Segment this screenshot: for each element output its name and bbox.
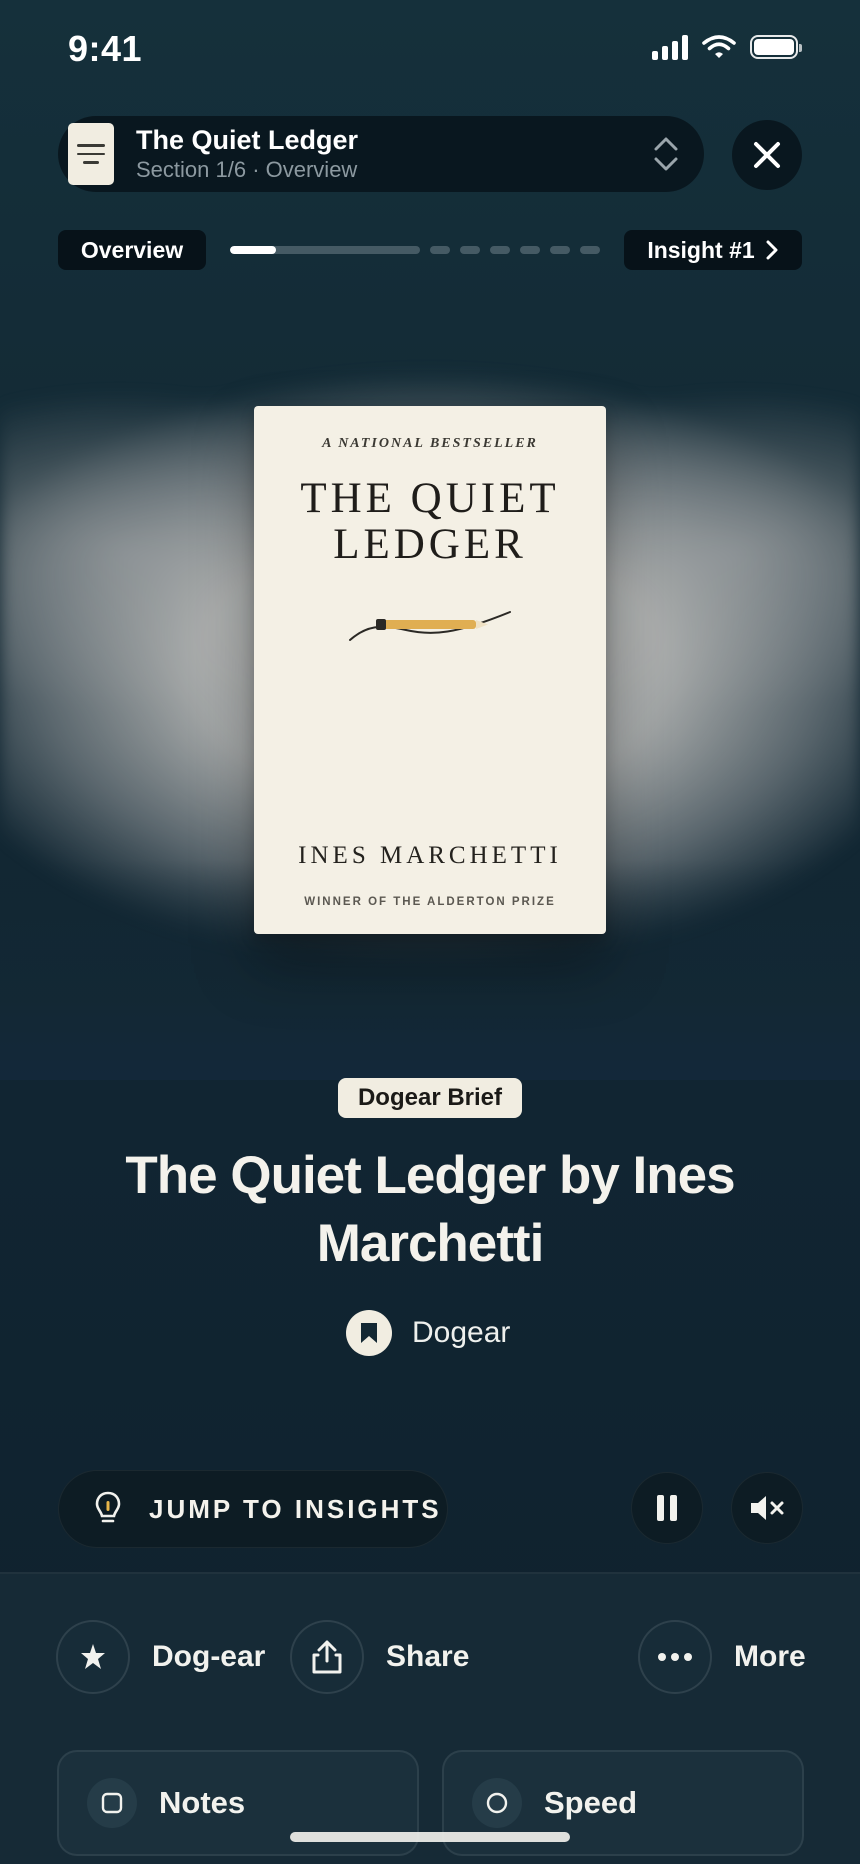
battery-icon — [750, 35, 802, 59]
status-icons — [652, 34, 802, 60]
summary-title: The Quiet Ledger by Ines Marchetti — [125, 1146, 735, 1273]
overview-tab[interactable]: Overview — [58, 230, 206, 270]
cover-prize: WINNER OF THE ALDERTON PRIZE — [304, 896, 556, 908]
brief-badge: Dogear Brief — [338, 1078, 522, 1118]
home-indicator[interactable] — [290, 1832, 570, 1842]
book-summary-player-screen: 9:41 The Quiet Ledger Section 1/6 · Over… — [0, 0, 860, 1864]
speed-circle-icon — [472, 1778, 522, 1828]
lightbulb-icon — [95, 1491, 121, 1523]
close-icon — [754, 142, 780, 168]
progress-segment — [430, 246, 450, 254]
speed-label: Speed — [544, 1785, 638, 1820]
book-cover: A NATIONAL BESTSELLER THE QUIET LEDGER I… — [254, 406, 606, 934]
share-icon — [290, 1620, 364, 1694]
next-insight-label: Insight #1 — [647, 236, 755, 263]
mute-button[interactable] — [731, 1472, 803, 1544]
book-selector-pill[interactable]: The Quiet Ledger Section 1/6 · Overview — [58, 116, 704, 192]
notes-label: Notes — [159, 1785, 246, 1820]
cover-title-line1: THE QUIET — [300, 475, 560, 522]
progress-segment — [490, 246, 510, 254]
jump-to-insights-button[interactable]: JUMP TO INSIGHTS — [58, 1470, 448, 1548]
speaker-muted-icon — [751, 1496, 784, 1520]
cover-kicker: A NATIONAL BESTSELLER — [322, 436, 538, 451]
more-button[interactable]: More — [638, 1620, 806, 1694]
cover-title: THE QUIET LEDGER — [254, 476, 606, 568]
pen-illustration-icon — [349, 611, 511, 641]
jump-to-insights-label: JUMP TO INSIGHTS — [149, 1493, 442, 1524]
pause-button[interactable] — [631, 1472, 703, 1544]
book-selector-text: The Quiet Ledger Section 1/6 · Overview — [136, 124, 646, 184]
share-label: Share — [386, 1640, 470, 1673]
progress-segment — [460, 246, 480, 254]
chevron-right-icon — [766, 240, 778, 260]
dogear-icon — [56, 1620, 130, 1694]
share-button[interactable]: Share — [290, 1620, 469, 1694]
publisher-brand[interactable]: Dogear — [346, 1310, 510, 1356]
pause-icon — [657, 1495, 677, 1521]
next-insight-button[interactable]: Insight #1 — [624, 230, 802, 270]
status-bar: 9:41 — [0, 0, 860, 100]
cover-title-line2: LEDGER — [333, 521, 527, 568]
notes-square-icon — [87, 1778, 137, 1828]
more-dots-icon — [638, 1620, 712, 1694]
progress-segment — [520, 246, 540, 254]
cover-author: INES MARCHETTI — [298, 842, 562, 869]
status-time: 9:41 — [68, 28, 143, 69]
book-title: The Quiet Ledger — [136, 125, 359, 155]
progress-segment — [550, 246, 570, 254]
book-thumbnail-icon — [68, 123, 114, 185]
section-progress — [230, 246, 600, 254]
close-button[interactable] — [732, 120, 802, 190]
chevron-up-down-icon — [646, 135, 686, 173]
more-label: More — [734, 1640, 806, 1673]
cellular-signal-icon — [652, 34, 688, 60]
brand-name: Dogear — [412, 1316, 511, 1349]
section-indicator: Section 1/6 · Overview — [136, 157, 358, 182]
dogear-button[interactable]: Dog-ear — [56, 1620, 265, 1694]
progress-segment-current — [230, 246, 420, 254]
dogear-label: Dog-ear — [152, 1640, 266, 1673]
progress-segment — [580, 246, 600, 254]
bookmark-icon — [346, 1310, 392, 1356]
wifi-icon — [702, 35, 736, 58]
